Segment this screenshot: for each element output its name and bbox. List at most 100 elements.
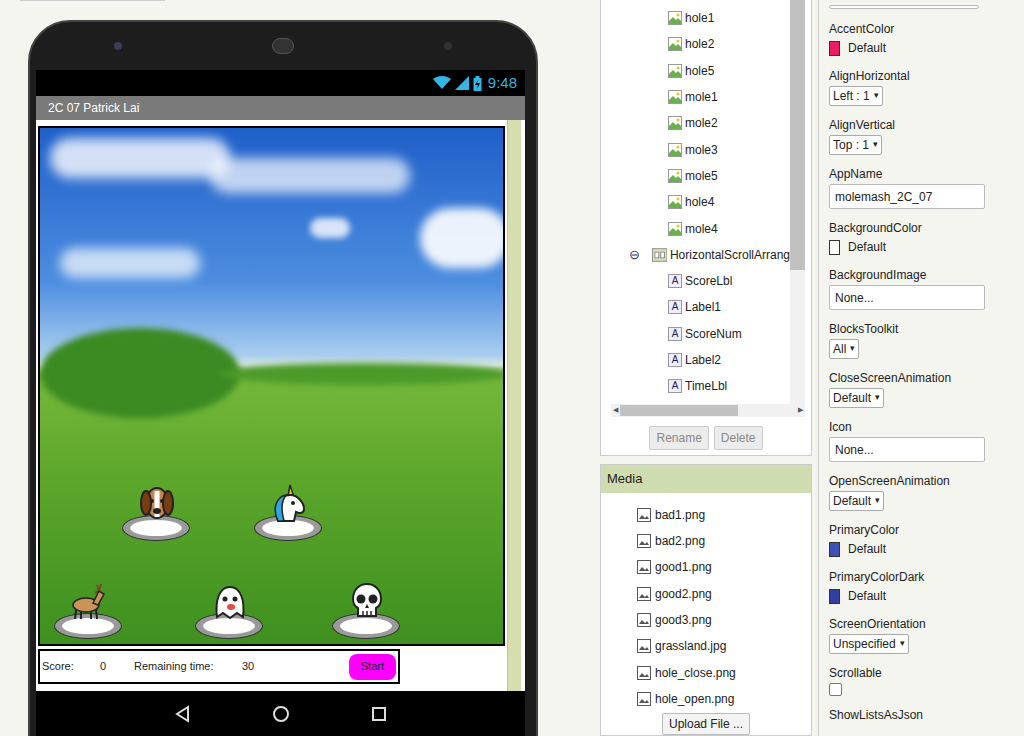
media-file[interactable]: good2.png [601,581,811,607]
component-item[interactable]: AScoreNum [601,321,790,347]
time-label: Remaining time: [134,658,242,675]
component-item[interactable]: mole3 [601,136,790,162]
property: OpenScreenAnimationDefault▾ [829,473,1024,511]
property-label: AppName [829,166,1024,182]
upload-file-button[interactable]: Upload File ... [662,713,750,735]
component-item[interactable]: hole1 [601,5,790,31]
property-dropdown[interactable]: Top : 1▾ [829,135,882,155]
component-item[interactable]: hole4 [601,189,790,215]
component-item[interactable]: hole5 [601,58,790,84]
about-screen-textarea[interactable] [829,5,979,9]
media-file[interactable]: good3.png [601,607,811,633]
ghost-icon [211,581,249,621]
component-action-button[interactable]: Rename [649,426,708,450]
image-component-icon [668,11,682,25]
components-panel: hole1hole2hole5mole1mole2mole3mole5hole4… [600,0,812,456]
mole-sprite[interactable] [54,581,124,641]
component-item[interactable]: AScoreLbl [601,268,790,294]
property-textbox[interactable]: molemash_2C_07 [829,184,985,209]
image-component-icon [668,90,682,104]
property-textbox[interactable]: None... [829,437,985,462]
property: PrimaryColorDarkDefault [829,569,1024,605]
label-component-icon: A [668,300,682,314]
image-component-icon [668,143,682,157]
property: IconNone... [829,419,1024,462]
start-button[interactable]: Start [349,654,396,680]
property-dropdown[interactable]: Unspecified▾ [829,634,909,654]
media-file[interactable]: bad2.png [601,528,811,554]
signal-icon [455,76,469,90]
media-panel: Mediabad1.pngbad2.pnggood1.pnggood2.pngg… [600,464,812,736]
media-file-icon [637,587,651,601]
property-dropdown[interactable]: Default▾ [829,491,884,511]
component-item[interactable]: mole2 [601,110,790,136]
time-value: 30 [242,658,282,675]
component-item[interactable]: mole1 [601,84,790,110]
component-item[interactable]: mole5 [601,163,790,189]
home-icon[interactable] [272,705,290,723]
status-time: 9:48 [488,72,517,95]
media-file[interactable]: grassland.jpg [601,633,811,659]
mole-sprite[interactable] [195,581,265,641]
back-icon[interactable] [174,705,192,723]
component-item[interactable]: mole4 [601,215,790,241]
component-tree: hole1hole2hole5mole1mole2mole3mole5hole4… [601,0,790,404]
property-label: CloseScreenAnimation [829,370,1024,386]
component-item[interactable]: ATimeLbl [601,373,790,399]
mole-sprite[interactable] [122,483,192,543]
color-picker[interactable]: Default [829,238,1024,256]
recents-icon[interactable] [370,705,388,723]
component-item[interactable]: ⊖HorizontalScrollArrang [601,242,790,268]
image-component-icon [668,222,682,236]
property-label: ShowListsAsJson [829,707,1024,723]
mole-sprite[interactable] [254,483,324,543]
mole-sprite[interactable] [332,581,402,641]
media-file-icon [637,508,651,522]
color-picker[interactable]: Default [829,540,1024,558]
component-item[interactable]: hole2 [601,31,790,57]
wifi-icon [433,76,451,90]
image-component-icon [668,116,682,130]
property-textbox[interactable]: None... [829,285,985,310]
phone-screen: 9:482C 07 Patrick LaiScore:0Remaining ti… [36,70,525,736]
deer-icon [67,581,111,621]
hole [54,613,122,639]
property-dropdown[interactable]: Default▾ [829,388,884,408]
media-file[interactable]: hole_open.png [601,686,811,712]
component-item[interactable]: ALabel2 [601,347,790,373]
screen-scrollbar[interactable] [507,120,521,691]
property: ScreenOrientationUnspecified▾ [829,616,1024,654]
media-file-icon [637,639,651,653]
media-file-icon [637,560,651,574]
label-component-icon: A [668,379,682,393]
components-column: hole1hole2hole5mole1mole2mole3mole5hole4… [600,0,812,736]
app-inventor-designer: 9:482C 07 Patrick LaiScore:0Remaining ti… [0,0,1024,736]
color-swatch [829,589,840,604]
component-action-button[interactable]: Delete [714,426,763,450]
color-picker[interactable]: Default [829,587,1024,605]
collapse-toggle[interactable]: ⊖ [629,248,643,261]
media-file-icon [637,666,651,680]
viewer-field[interactable] [20,0,165,1]
property-label: AccentColor [829,21,1024,37]
dog-icon [137,483,177,523]
speaker-icon [272,38,294,54]
tree-horizontal-scrollbar[interactable]: ◀▶ [611,404,805,417]
media-file[interactable]: bad1.png [601,502,811,528]
property-dropdown[interactable]: Left : 1▾ [829,86,883,106]
media-file[interactable]: good1.png [601,554,811,580]
media-file[interactable]: hole_close.png [601,659,811,685]
media-file-icon [637,613,651,627]
title-bar: 2C 07 Patrick Lai [36,96,525,120]
property-label: BackgroundImage [829,267,1024,283]
unicorn-icon [268,483,310,523]
game-canvas[interactable] [38,126,505,646]
phone-top-bezel [30,22,536,70]
property: AccentColor Default [829,21,1024,57]
tree-vertical-scrollbar[interactable] [790,0,805,404]
property-dropdown[interactable]: All▾ [829,339,859,359]
property-checkbox[interactable] [829,683,842,696]
property: BlocksToolkitAll▾ [829,321,1024,359]
color-picker[interactable]: Default [829,39,1024,57]
component-item[interactable]: ALabel1 [601,294,790,320]
